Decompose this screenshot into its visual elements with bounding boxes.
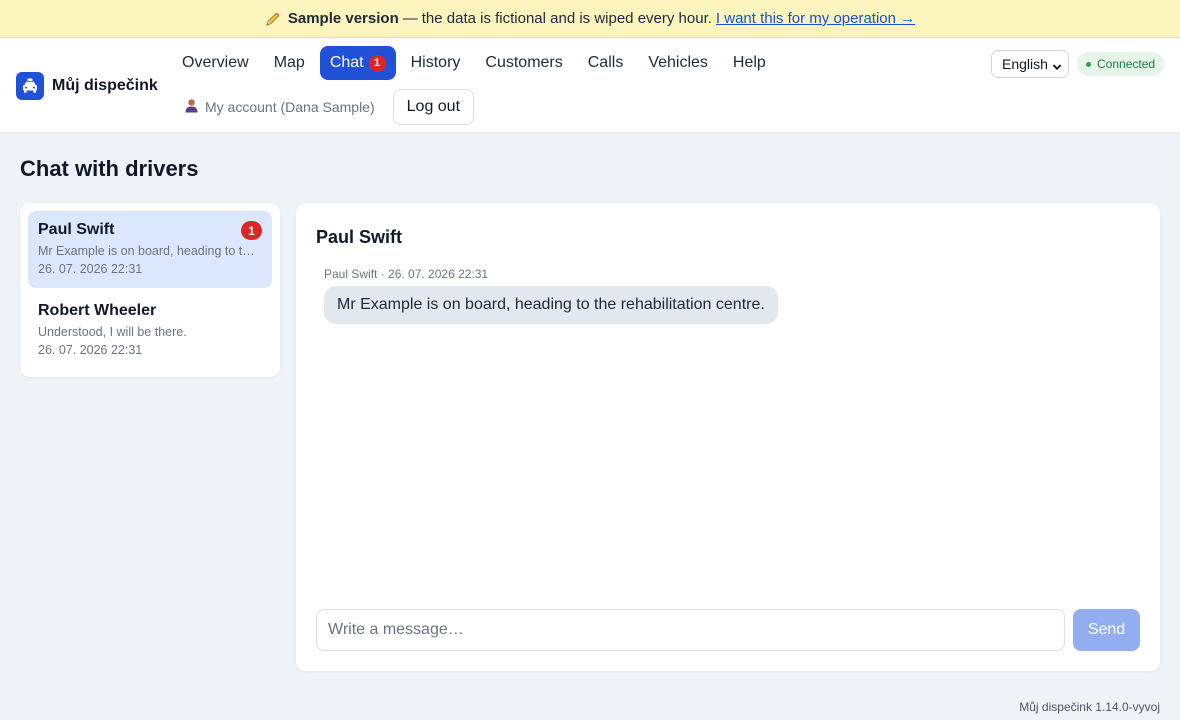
conversation-time: 26. 07. 2026 22:31 bbox=[38, 343, 143, 357]
app-version: Můj dispečink 1.14.0-vyvoj bbox=[1019, 700, 1160, 714]
language-selected: English bbox=[1002, 56, 1048, 72]
brand[interactable]: Můj dispečink bbox=[16, 72, 158, 100]
nav-chat-label: Chat bbox=[329, 54, 364, 71]
brand-name: Můj dispečink bbox=[52, 77, 158, 94]
taxi-icon bbox=[16, 72, 44, 100]
message-bubble: Mr Example is on board, heading to the r… bbox=[324, 286, 778, 324]
conversation-item[interactable]: Robert Wheeler Understood, I will be the… bbox=[28, 292, 272, 369]
language-select[interactable]: English bbox=[991, 50, 1069, 78]
conversation-preview: Understood, I will be there. bbox=[38, 325, 187, 339]
page-title: Chat with drivers bbox=[20, 156, 199, 181]
nav-customers[interactable]: Customers bbox=[475, 46, 572, 80]
message-input[interactable] bbox=[316, 609, 1065, 651]
conversation-list: Paul Swift Mr Example is on board, headi… bbox=[20, 203, 280, 377]
conversation-time: 26. 07. 2026 22:31 bbox=[38, 262, 143, 276]
nav-overview[interactable]: Overview bbox=[172, 46, 259, 80]
nav-history[interactable]: History bbox=[401, 46, 471, 80]
nav-help[interactable]: Help bbox=[723, 46, 776, 80]
conversation-preview: Mr Example is on board, heading to the r… bbox=[38, 244, 260, 258]
banner-dash: — bbox=[402, 10, 418, 27]
send-button[interactable]: Send bbox=[1073, 609, 1140, 651]
chevron-down-icon bbox=[1052, 59, 1062, 75]
nav-chat-badge: 1 bbox=[368, 54, 386, 72]
nav-map[interactable]: Map bbox=[264, 46, 315, 80]
nav-chat[interactable]: Chat 1 bbox=[319, 46, 396, 80]
chat-panel: Paul Swift Paul Swift · 26. 07. 2026 22:… bbox=[296, 203, 1160, 671]
sample-banner: Sample version — the data is fictional a… bbox=[0, 0, 1180, 38]
my-account-link[interactable]: My account (Dana Sample) bbox=[184, 98, 375, 116]
main-nav: Overview Map Chat 1 History Customers Ca… bbox=[172, 46, 781, 80]
unread-badge: 1 bbox=[241, 221, 262, 240]
conversation-name: Robert Wheeler bbox=[38, 302, 157, 319]
status-dot-icon bbox=[1086, 61, 1091, 67]
connection-status-label: Connected bbox=[1097, 57, 1156, 71]
pencil-icon bbox=[265, 11, 281, 27]
user-icon bbox=[184, 98, 199, 116]
message-meta: Paul Swift · 26. 07. 2026 22:31 bbox=[324, 267, 489, 281]
connection-status-badge: Connected bbox=[1077, 52, 1165, 76]
conversation-item[interactable]: Paul Swift Mr Example is on board, headi… bbox=[28, 211, 272, 288]
account-row: My account (Dana Sample) Log out bbox=[184, 89, 475, 125]
chat-title: Paul Swift bbox=[316, 227, 403, 247]
my-account-label: My account (Dana Sample) bbox=[205, 99, 375, 115]
logout-button[interactable]: Log out bbox=[392, 89, 475, 125]
banner-link[interactable]: I want this for my operation → bbox=[716, 10, 915, 27]
banner-title: Sample version bbox=[287, 10, 399, 27]
nav-vehicles[interactable]: Vehicles bbox=[638, 46, 718, 80]
banner-text: the data is fictional and is wiped every… bbox=[421, 10, 712, 27]
conversation-name: Paul Swift bbox=[38, 221, 115, 238]
app-header: Můj dispečink Overview Map Chat 1 Histor… bbox=[0, 38, 1180, 133]
nav-calls[interactable]: Calls bbox=[578, 46, 634, 80]
